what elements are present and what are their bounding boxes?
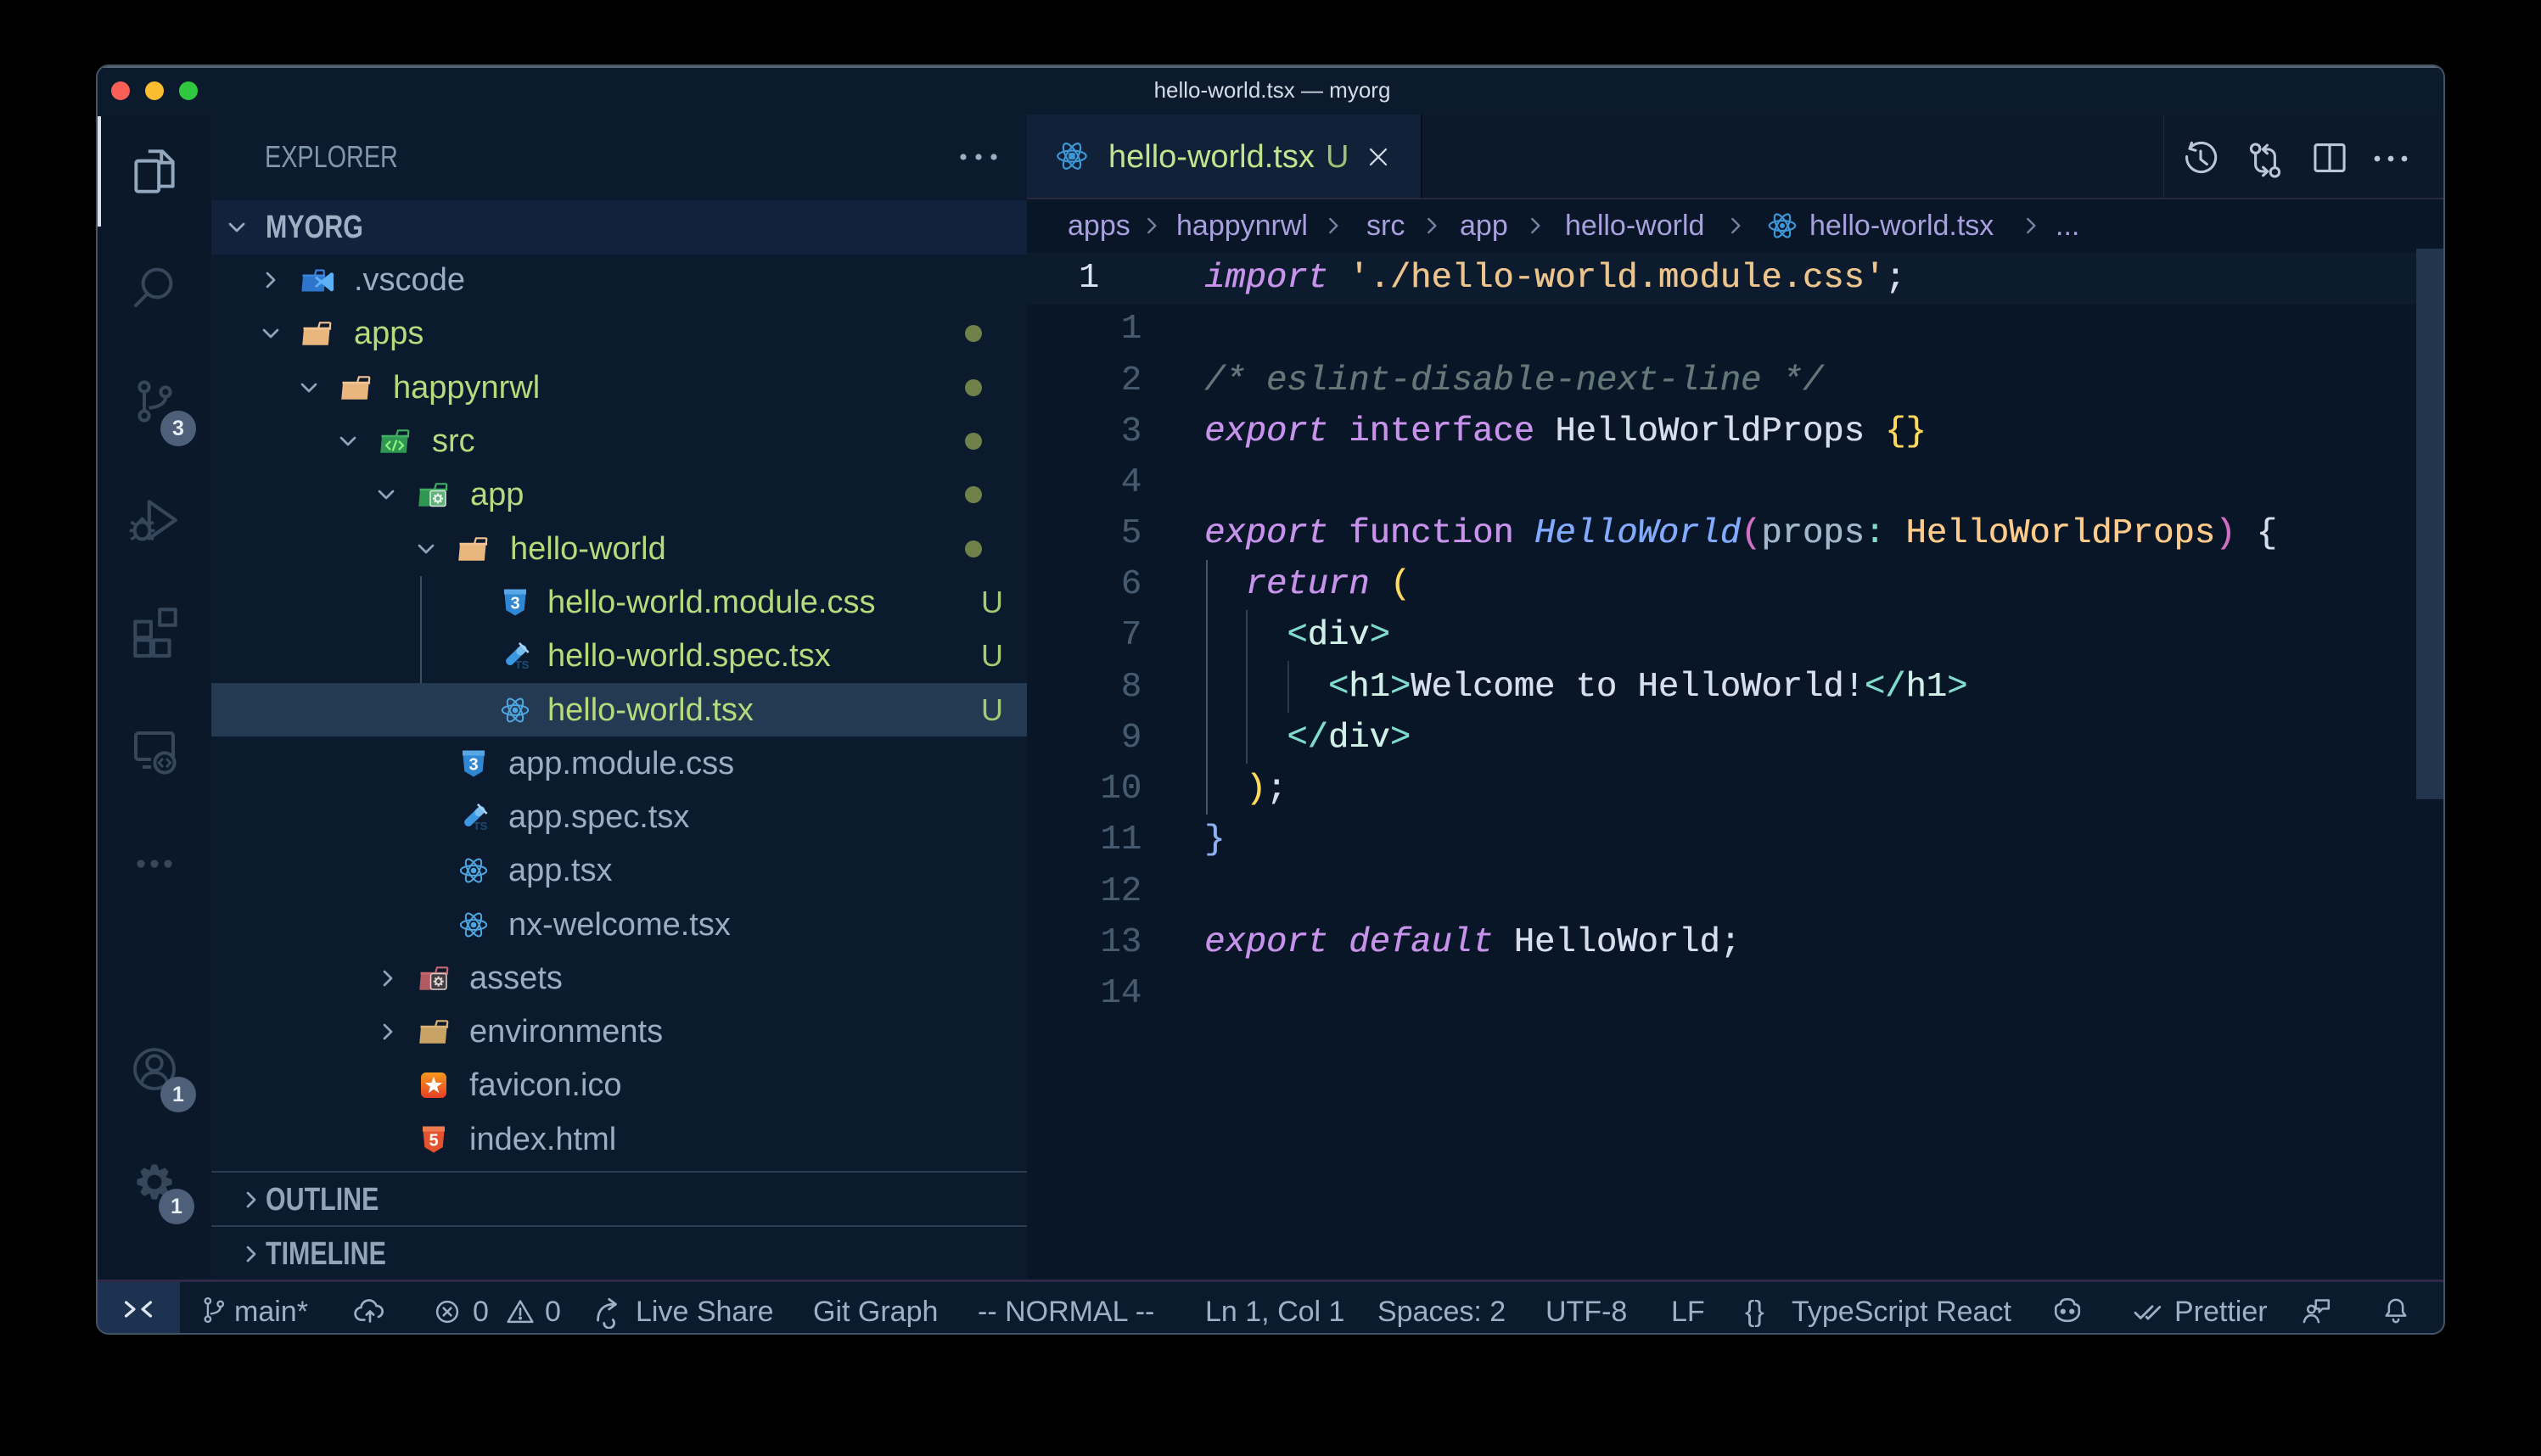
svg-text:3: 3 bbox=[510, 595, 519, 613]
svg-text:5: 5 bbox=[429, 1132, 438, 1151]
svg-text:3: 3 bbox=[468, 756, 478, 775]
svg-text:TS: TS bbox=[474, 820, 488, 832]
svg-text:TS: TS bbox=[515, 658, 530, 671]
